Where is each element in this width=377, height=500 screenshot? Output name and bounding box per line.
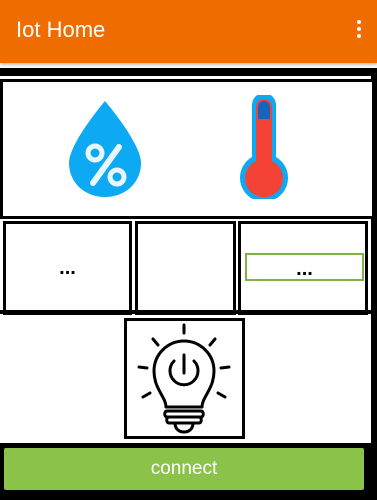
thermometer-icon (240, 95, 288, 199)
lightbulb-power-icon (137, 323, 231, 434)
more-vert-icon[interactable] (355, 20, 363, 40)
empty-cell (135, 221, 236, 315)
temperature-value-cell: ... (238, 221, 368, 315)
light-toggle-button[interactable] (124, 318, 245, 439)
app-title: Iot Home (16, 17, 106, 42)
humidity-drop-icon (69, 101, 141, 197)
humidity-value: ... (59, 257, 76, 279)
temperature-value-field[interactable]: ... (245, 253, 364, 281)
divider (0, 68, 377, 76)
temperature-value: ... (296, 258, 313, 280)
app-bar: Iot Home (0, 0, 377, 63)
sensor-panel (0, 79, 375, 219)
app-screen: Iot Home ... ... connect (0, 0, 377, 500)
humidity-value-cell: ... (3, 221, 132, 315)
connect-button[interactable]: connect (4, 448, 364, 490)
divider (0, 310, 377, 314)
